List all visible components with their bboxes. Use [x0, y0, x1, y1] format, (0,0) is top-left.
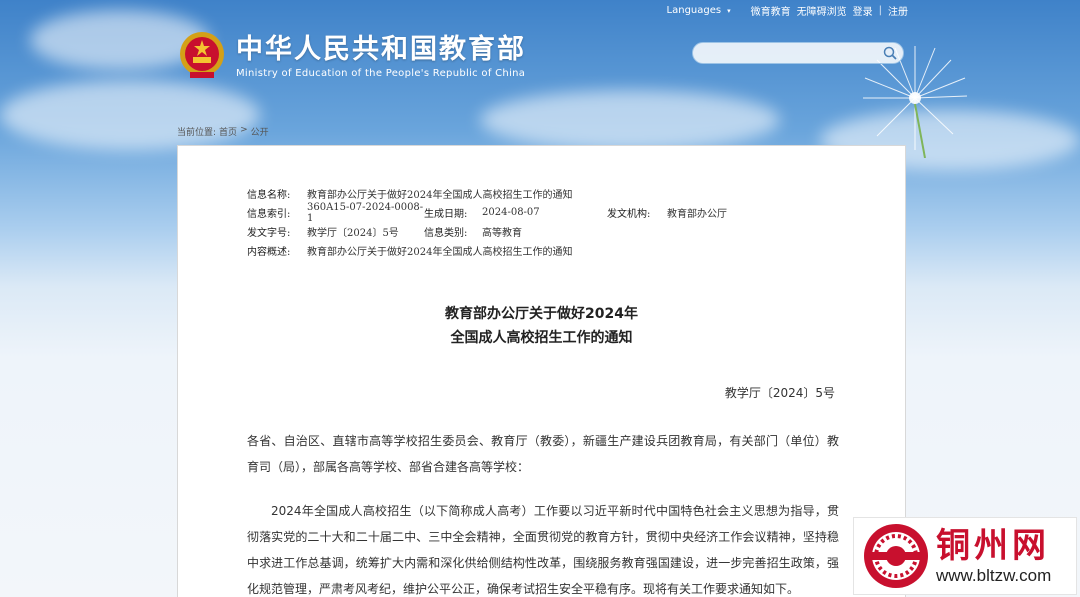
divider: | — [878, 5, 882, 16]
article-panel: 信息名称: 教育部办公厅关于做好2024年全国成人高校招生工作的通知 信息索引:… — [177, 145, 906, 597]
accessibility-link[interactable]: 无障碍浏览 — [797, 3, 847, 18]
docno-label: 发文字号: — [247, 228, 291, 239]
cloud-decoration — [480, 90, 780, 150]
summary-label: 内容概述: — [247, 247, 291, 258]
index-label: 信息索引: — [247, 209, 291, 220]
site-name-en: Ministry of Education of the People's Re… — [236, 67, 526, 79]
chevron-down-icon: ▾ — [727, 6, 731, 15]
date-label: 生成日期: — [424, 209, 468, 220]
breadcrumb-separator: > — [240, 125, 248, 135]
date-value: 2024-08-07 — [482, 207, 540, 218]
watermark-seal-icon — [864, 524, 928, 588]
issuer-label: 发文机构: — [607, 209, 651, 220]
category-value: 高等教育 — [482, 228, 522, 239]
index-value: 360A15-07-2024-0008-1 — [307, 201, 424, 224]
register-link[interactable]: 注册 — [888, 3, 908, 18]
docno-value: 教学厅〔2024〕5号 — [307, 228, 399, 239]
document-title: 教育部办公厅关于做好2024年 全国成人高校招生工作的通知 — [178, 302, 905, 350]
addressee-paragraph: 各省、自治区、直辖市高等学校招生委员会、教育厅（教委），新疆生产建设兵团教育局，… — [247, 434, 839, 474]
cloud-decoration — [0, 80, 260, 150]
title-line-1: 教育部办公厅关于做好2024年 — [445, 306, 638, 322]
languages-link[interactable]: Languages — [667, 5, 722, 16]
site-name-cn: 中华人民共和国教育部 — [236, 33, 526, 65]
weixin-education-link[interactable]: 微育教育 — [751, 3, 791, 18]
site-logo[interactable]: 中华人民共和国教育部 Ministry of Education of the … — [178, 30, 526, 82]
issuer-value: 教育部办公厅 — [667, 209, 727, 220]
body-paragraph: 2024年全国成人高校招生（以下简称成人高考）工作要以习近平新时代中国特色社会主… — [247, 504, 839, 596]
national-emblem-icon — [180, 32, 224, 78]
login-link[interactable]: 登录 — [853, 3, 873, 18]
search-input[interactable] — [703, 45, 883, 65]
breadcrumb-current[interactable]: 公开 — [251, 125, 269, 138]
document-number: 教学厅〔2024〕5号 — [724, 386, 835, 400]
summary-value: 教育部办公厅关于做好2024年全国成人高校招生工作的通知 — [307, 247, 573, 258]
watermark-name: 铜州网 — [936, 526, 1050, 566]
title-value: 教育部办公厅关于做好2024年全国成人高校招生工作的通知 — [307, 190, 573, 201]
breadcrumb-home[interactable]: 首页 — [219, 125, 237, 138]
watermark-url: www.bltzw.com — [936, 566, 1052, 585]
breadcrumb-label: 当前位置: — [177, 128, 217, 138]
search-box — [692, 42, 904, 65]
info-table: 信息名称: 教育部办公厅关于做好2024年全国成人高校招生工作的通知 信息索引:… — [247, 184, 727, 260]
top-links: Languages ▾ 微育教育 无障碍浏览 登录 | 注册 — [667, 3, 908, 18]
title-line-2: 全国成人高校招生工作的通知 — [450, 330, 633, 346]
breadcrumb: 当前位置: 首页 > 公开 — [177, 125, 269, 138]
watermark-logo: 铜州网 www.bltzw.com — [853, 517, 1077, 595]
title-label: 信息名称: — [247, 190, 291, 201]
category-label: 信息类别: — [424, 228, 468, 239]
search-icon[interactable] — [883, 46, 897, 60]
